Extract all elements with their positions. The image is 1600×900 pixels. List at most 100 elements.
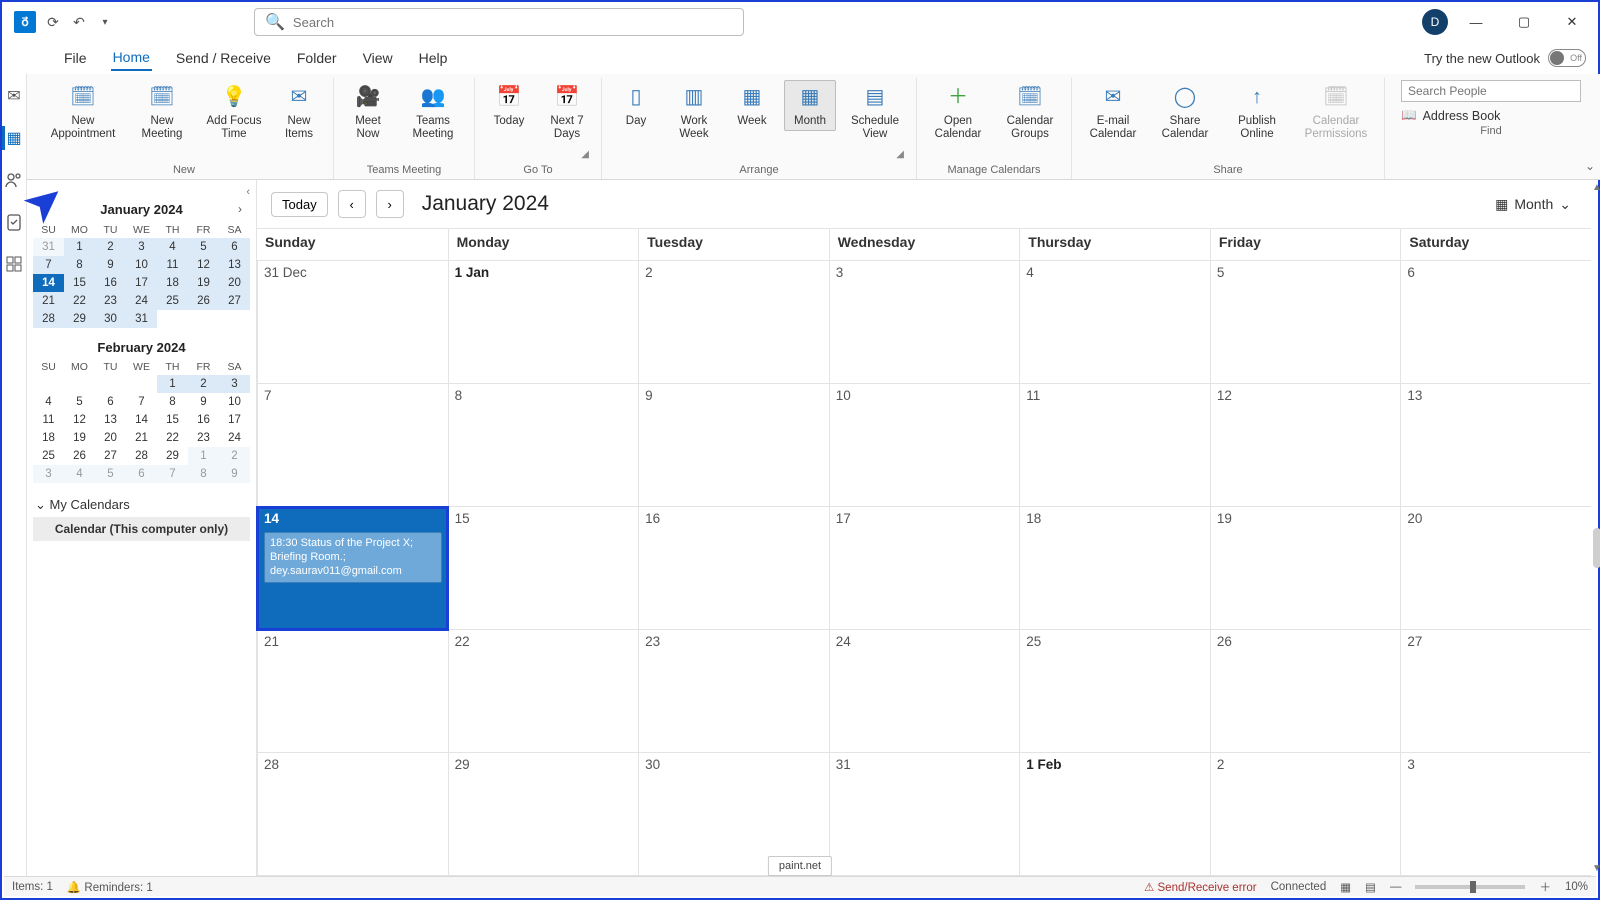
mini-day-cell[interactable]: 9 bbox=[95, 256, 126, 274]
close-button[interactable]: ✕ bbox=[1552, 7, 1592, 37]
vertical-scrollbar[interactable]: ▲ ▼ bbox=[1591, 180, 1600, 876]
day-cell[interactable]: 9 bbox=[638, 384, 829, 507]
mini-day-cell[interactable]: 19 bbox=[188, 274, 219, 292]
mini-day-cell[interactable]: 11 bbox=[157, 256, 188, 274]
schedule-view-button[interactable]: ▤Schedule View bbox=[842, 80, 908, 144]
rail-people-icon[interactable] bbox=[2, 168, 26, 192]
mini-day-cell[interactable]: 6 bbox=[219, 238, 250, 256]
rail-calendar-icon[interactable]: ▦ bbox=[2, 126, 26, 150]
mini-day-cell[interactable]: 21 bbox=[33, 292, 64, 310]
day-cell[interactable]: 31 bbox=[829, 753, 1020, 876]
mini-day-cell[interactable]: 1 bbox=[157, 375, 188, 393]
navpane-collapse-icon[interactable]: ‹ bbox=[33, 186, 250, 198]
mini-day-cell[interactable]: 17 bbox=[126, 274, 157, 292]
mini-day-cell[interactable]: 8 bbox=[157, 393, 188, 411]
my-calendars-header[interactable]: ⌄ My Calendars bbox=[33, 493, 250, 517]
scroll-thumb[interactable] bbox=[1593, 528, 1600, 568]
minimize-button[interactable]: — bbox=[1456, 7, 1496, 37]
scroll-down-icon[interactable]: ▼ bbox=[1592, 863, 1600, 874]
view-reading-icon[interactable]: ▤ bbox=[1365, 880, 1376, 894]
next-7-days-button[interactable]: 📅Next 7 Days bbox=[541, 80, 593, 144]
new-items-button[interactable]: ✉New Items bbox=[273, 80, 325, 144]
arrange-month-button[interactable]: ▦Month bbox=[784, 80, 836, 131]
maximize-button[interactable]: ▢ bbox=[1504, 7, 1544, 37]
mini-day-cell[interactable] bbox=[188, 310, 219, 328]
menu-home[interactable]: Home bbox=[111, 45, 152, 71]
teams-meeting-button[interactable]: 👥Teams Meeting bbox=[400, 80, 466, 144]
mini-day-cell[interactable]: 15 bbox=[64, 274, 95, 292]
day-cell[interactable]: 15 bbox=[448, 507, 639, 630]
mini-day-cell[interactable]: 25 bbox=[33, 447, 64, 465]
mini-day-cell[interactable]: 23 bbox=[95, 292, 126, 310]
day-cell[interactable]: 8 bbox=[448, 384, 639, 507]
mini-day-cell[interactable]: 1 bbox=[188, 447, 219, 465]
day-cell[interactable]: 24 bbox=[829, 630, 1020, 753]
mini-day-cell[interactable]: 2 bbox=[219, 447, 250, 465]
dialog-launcher-icon[interactable]: ◢ bbox=[896, 149, 904, 160]
mini-day-cell[interactable]: 18 bbox=[33, 429, 64, 447]
mini-day-cell[interactable]: 1 bbox=[64, 238, 95, 256]
search-input[interactable] bbox=[293, 15, 733, 30]
day-cell[interactable]: 6 bbox=[1400, 261, 1591, 384]
mini-day-cell[interactable]: 6 bbox=[126, 465, 157, 483]
mini-day-cell[interactable]: 9 bbox=[219, 465, 250, 483]
new-appointment-button[interactable]: 🗓New Appointment bbox=[43, 80, 123, 144]
mini-day-cell[interactable]: 4 bbox=[33, 393, 64, 411]
mini-day-cell[interactable]: 5 bbox=[95, 465, 126, 483]
mini-day-cell[interactable]: 7 bbox=[126, 393, 157, 411]
day-cell[interactable]: 31 Dec bbox=[257, 261, 448, 384]
search-box[interactable]: 🔍 bbox=[254, 8, 744, 36]
mini-day-cell[interactable]: 22 bbox=[64, 292, 95, 310]
day-cell[interactable]: 1 Feb bbox=[1019, 753, 1210, 876]
try-new-outlook-toggle[interactable]: Off bbox=[1548, 49, 1586, 67]
day-cell[interactable]: 25 bbox=[1019, 630, 1210, 753]
day-cell[interactable]: 2 bbox=[638, 261, 829, 384]
mini-day-cell[interactable] bbox=[126, 375, 157, 393]
mini-day-cell[interactable]: 7 bbox=[33, 256, 64, 274]
today-button[interactable]: Today bbox=[271, 192, 328, 217]
mini-day-cell[interactable]: 6 bbox=[95, 393, 126, 411]
mini-day-cell[interactable]: 26 bbox=[64, 447, 95, 465]
mini-day-cell[interactable]: 31 bbox=[33, 238, 64, 256]
mini-day-cell[interactable]: 21 bbox=[126, 429, 157, 447]
rail-more-icon[interactable] bbox=[2, 252, 26, 276]
mini-day-cell[interactable]: 20 bbox=[95, 429, 126, 447]
view-normal-icon[interactable]: ▦ bbox=[1340, 880, 1351, 894]
mini-day-cell[interactable]: 3 bbox=[219, 375, 250, 393]
mini-day-cell[interactable]: 30 bbox=[95, 310, 126, 328]
day-cell[interactable]: 3 bbox=[1400, 753, 1591, 876]
mini-day-cell[interactable]: 13 bbox=[95, 411, 126, 429]
mini-day-cell[interactable]: 14 bbox=[33, 274, 64, 292]
day-cell[interactable]: 7 bbox=[257, 384, 448, 507]
mini-day-cell[interactable]: 10 bbox=[126, 256, 157, 274]
mini-day-cell[interactable] bbox=[95, 375, 126, 393]
account-avatar[interactable]: D bbox=[1422, 9, 1448, 35]
mini-day-cell[interactable]: 16 bbox=[95, 274, 126, 292]
address-book-button[interactable]: 📖Address Book bbox=[1401, 108, 1581, 123]
mini-day-cell[interactable]: 8 bbox=[64, 256, 95, 274]
day-cell[interactable]: 13 bbox=[1400, 384, 1591, 507]
status-error[interactable]: ⚠ Send/Receive error bbox=[1144, 880, 1257, 894]
scroll-up-icon[interactable]: ▲ bbox=[1592, 182, 1600, 193]
mini-day-cell[interactable]: 16 bbox=[188, 411, 219, 429]
day-cell[interactable]: 28 bbox=[257, 753, 448, 876]
mini-day-cell[interactable]: 5 bbox=[64, 393, 95, 411]
mini-day-cell[interactable]: 5 bbox=[188, 238, 219, 256]
mini-day-cell[interactable] bbox=[157, 310, 188, 328]
mini-day-cell[interactable] bbox=[33, 375, 64, 393]
day-cell[interactable]: 5 bbox=[1210, 261, 1401, 384]
calendar-list-item[interactable]: Calendar (This computer only) bbox=[33, 517, 250, 541]
next-period-button[interactable]: › bbox=[376, 190, 404, 218]
view-selector[interactable]: ▦ Month ⌄ bbox=[1495, 196, 1591, 213]
mini-day-cell[interactable]: 18 bbox=[157, 274, 188, 292]
day-cell[interactable]: 29 bbox=[448, 753, 639, 876]
add-focus-time-button[interactable]: 💡Add Focus Time bbox=[201, 80, 267, 144]
arrange-workweek-button[interactable]: ▥Work Week bbox=[668, 80, 720, 144]
mini-day-cell[interactable]: 9 bbox=[188, 393, 219, 411]
ribbon-collapse-icon[interactable]: ⌄ bbox=[1585, 159, 1595, 173]
day-cell[interactable]: 27 bbox=[1400, 630, 1591, 753]
mini-day-cell[interactable]: 2 bbox=[95, 238, 126, 256]
day-cell[interactable]: 22 bbox=[448, 630, 639, 753]
mini-day-cell[interactable]: 27 bbox=[219, 292, 250, 310]
rail-mail-icon[interactable]: ✉ bbox=[2, 84, 26, 108]
